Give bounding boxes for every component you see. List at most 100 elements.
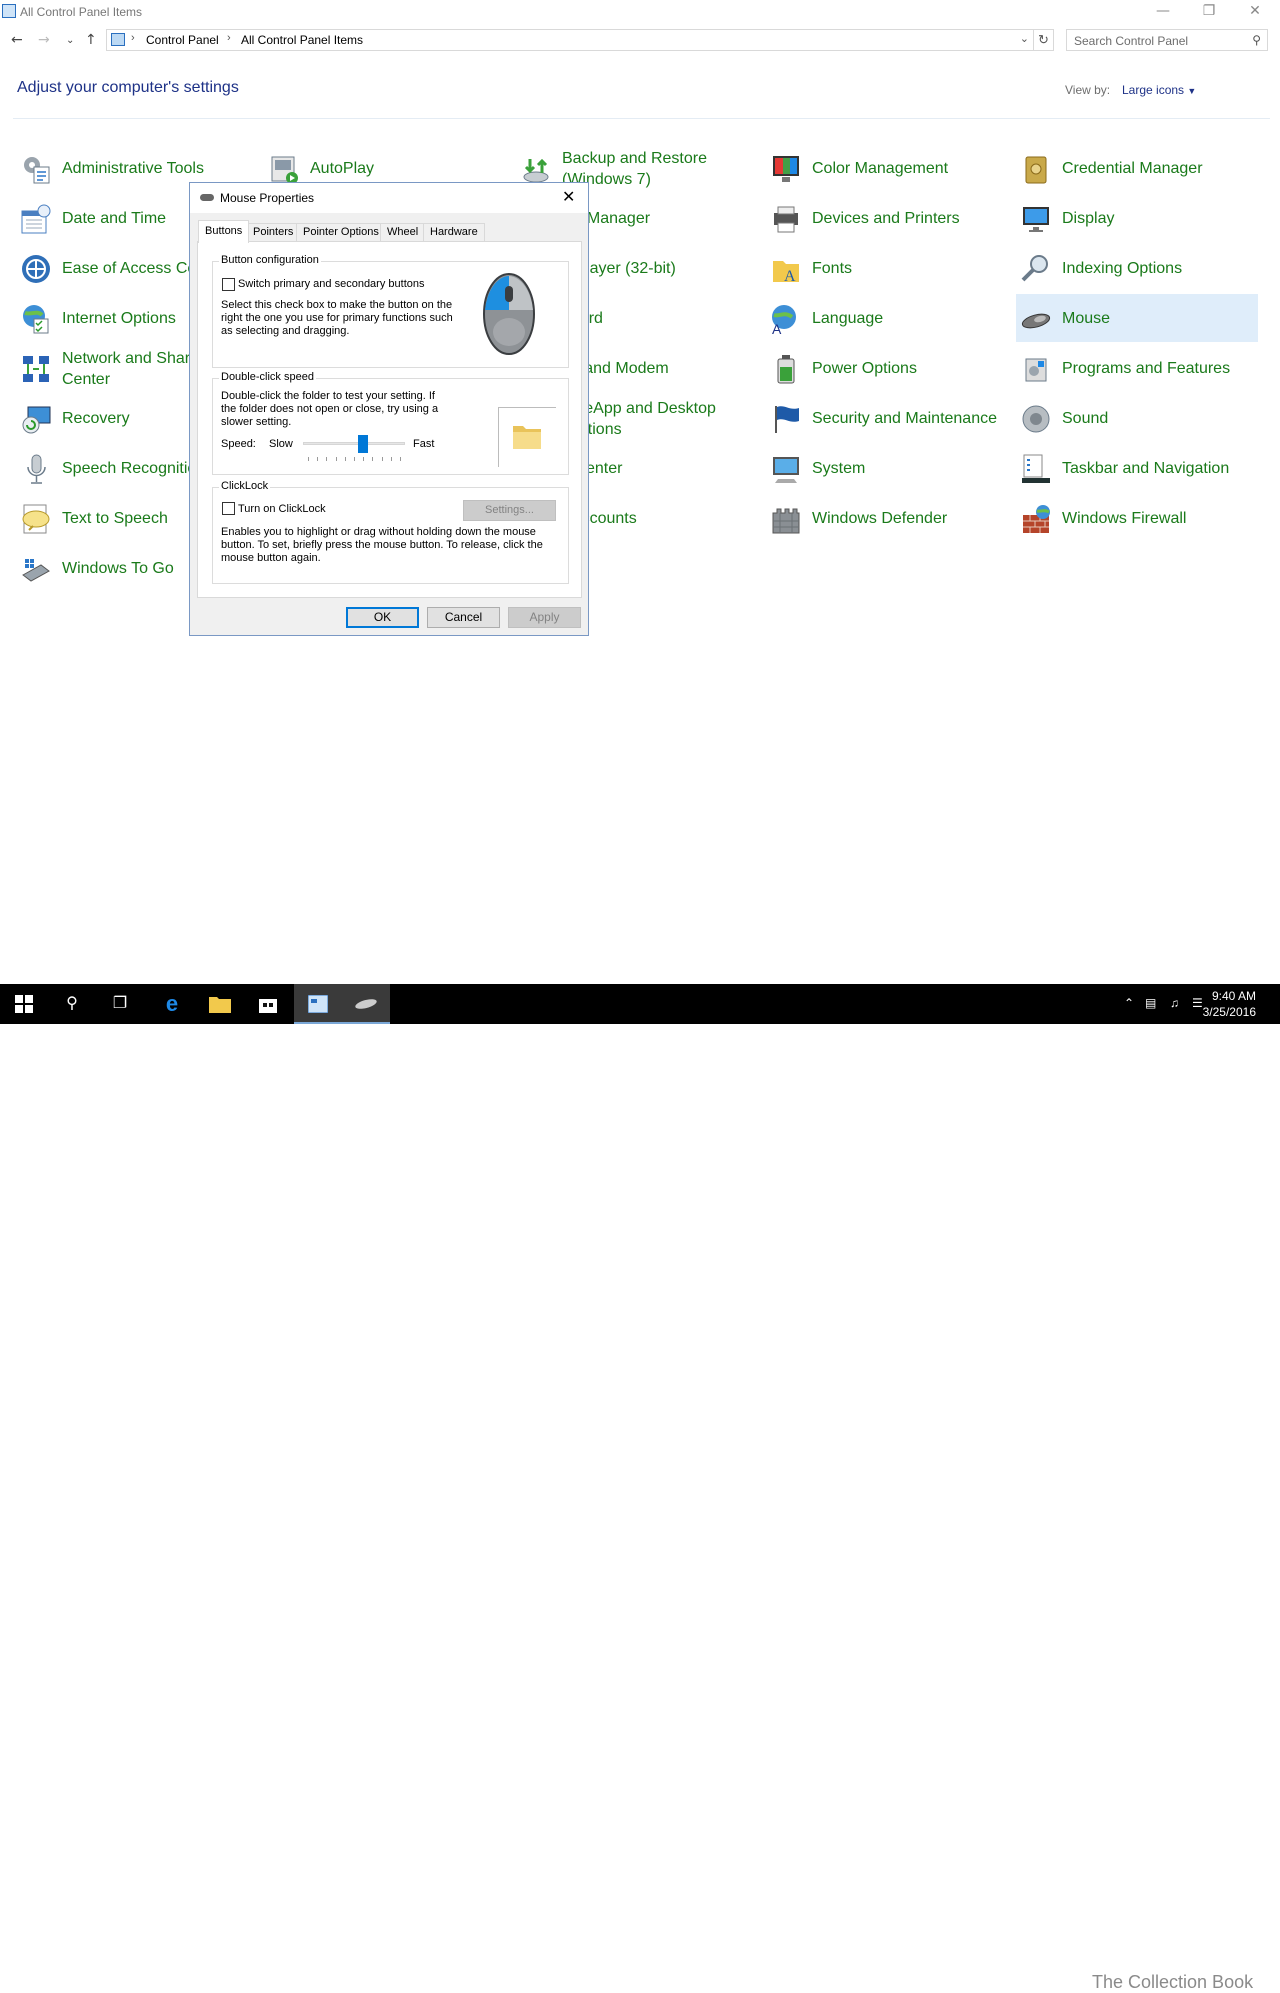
mouse-icon <box>200 194 214 201</box>
chevron-up-icon[interactable]: ⌃ <box>1124 996 1134 1010</box>
item-security-and-maintenance[interactable]: Security and Maintenance <box>766 394 1008 442</box>
slider-tick <box>400 457 401 461</box>
notifications-icon[interactable]: ☰ <box>1192 996 1203 1010</box>
speed-label: Speed: <box>221 438 256 450</box>
breadcrumb-chevron-icon[interactable]: › <box>131 32 135 44</box>
item-sound[interactable]: Sound <box>1016 394 1258 442</box>
item-label: Recovery <box>62 410 130 427</box>
network-icon[interactable]: ▤ <box>1145 996 1156 1010</box>
control-panel-taskbar-icon[interactable] <box>294 984 342 1024</box>
forward-arrow-icon[interactable]: → <box>38 32 50 48</box>
slider-tick <box>345 457 346 461</box>
start-button[interactable] <box>0 984 48 1024</box>
tab-wheel[interactable]: Wheel <box>380 223 426 242</box>
item-programs-and-features[interactable]: Programs and Features <box>1016 344 1258 392</box>
svg-text:A: A <box>784 268 796 285</box>
clicklock-settings-button[interactable]: Settings... <box>463 500 556 521</box>
cancel-button[interactable]: Cancel <box>427 607 500 628</box>
flag-icon <box>775 406 799 433</box>
dialog-close-button[interactable]: ✕ <box>562 187 575 206</box>
tab-pointers[interactable]: Pointers <box>246 223 301 242</box>
recent-locations-icon[interactable]: ⌄ <box>66 35 74 46</box>
slider-tick <box>382 457 383 461</box>
autoplay-icon <box>271 156 298 184</box>
edge-browser-icon[interactable]: e <box>148 984 196 1024</box>
task-view-icon[interactable]: ❐ <box>96 984 144 1024</box>
switch-buttons-label[interactable]: Switch primary and secondary buttons <box>238 278 424 291</box>
tab-pointer-options[interactable]: Pointer Options <box>296 223 386 242</box>
tab-buttons[interactable]: Buttons <box>198 220 250 243</box>
breadcrumb-all-items[interactable]: All Control Panel Items <box>241 33 363 47</box>
clicklock-label[interactable]: Turn on ClickLock <box>238 503 326 516</box>
watermark-text: The Collection Book <box>1092 1972 1254 1992</box>
file-explorer-icon[interactable] <box>196 984 244 1024</box>
item-power-options[interactable]: Power Options <box>766 344 1008 392</box>
clicklock-checkbox[interactable] <box>222 502 235 515</box>
item-mouse[interactable]: Mouse <box>1016 294 1258 342</box>
item-fonts[interactable]: A Fonts <box>766 244 1008 292</box>
item-label-line1: Network and Shar <box>62 350 191 367</box>
slider-tick <box>363 457 364 461</box>
volume-icon[interactable]: ♫ <box>1170 996 1179 1010</box>
up-arrow-icon[interactable]: ↑ <box>85 32 97 48</box>
battery-icon <box>777 355 795 384</box>
group-label: Button configuration <box>219 254 321 266</box>
item-indexing-options[interactable]: Indexing Options <box>1016 244 1258 292</box>
microphone-icon <box>27 454 46 484</box>
item-label: Indexing Options <box>1062 260 1183 277</box>
item-label: Devices and Printers <box>812 210 960 227</box>
switch-buttons-checkbox[interactable] <box>222 278 235 291</box>
back-arrow-icon[interactable]: ← <box>11 32 23 48</box>
test-folder-area[interactable] <box>498 407 556 467</box>
address-bar[interactable]: › Control Panel › All Control Panel Item… <box>106 29 1034 51</box>
button-configuration-group: Button configuration Switch primary and … <box>212 254 569 368</box>
item-label: Color Management <box>812 160 949 177</box>
close-button[interactable]: ✕ <box>1232 0 1278 24</box>
slider-track <box>303 442 405 445</box>
search-input[interactable]: Search Control Panel ⚲ <box>1066 29 1268 51</box>
mouse-icon <box>1021 313 1051 329</box>
item-display[interactable]: Display <box>1016 194 1258 242</box>
minimize-button[interactable]: — <box>1140 0 1186 24</box>
item-label: Ease of Access Cen <box>62 260 206 277</box>
item-credential-manager[interactable]: Credential Manager <box>1016 144 1258 192</box>
view-by-dropdown[interactable]: Large icons ▼ <box>1122 83 1196 97</box>
double-click-speed-group: Double-click speed Double-click the fold… <box>212 371 569 475</box>
calendar-clock-icon <box>21 204 51 234</box>
slider-thumb[interactable] <box>358 435 368 453</box>
system-clock[interactable]: 9:40 AM 3/25/2016 <box>1203 988 1256 1020</box>
item-system[interactable]: System <box>766 444 1008 492</box>
item-language[interactable]: A Language <box>766 294 1008 342</box>
ok-button[interactable]: OK <box>346 607 419 628</box>
item-label: Language <box>812 310 884 327</box>
item-windows-firewall[interactable]: Windows Firewall <box>1016 494 1258 542</box>
mouse-taskbar-icon[interactable] <box>342 984 390 1024</box>
item-windows-defender[interactable]: Windows Defender <box>766 494 1008 542</box>
item-label: Programs and Features <box>1062 360 1231 377</box>
search-icon[interactable]: ⚲ <box>48 984 96 1024</box>
mouse-illustration-icon <box>483 273 535 355</box>
windows-logo-icon <box>15 995 33 1013</box>
apply-button[interactable]: Apply <box>508 607 581 628</box>
tab-hardware[interactable]: Hardware <box>423 223 485 242</box>
double-click-speed-slider[interactable] <box>303 435 405 465</box>
store-icon[interactable] <box>244 984 292 1024</box>
fast-label: Fast <box>413 438 435 450</box>
credential-safe-icon <box>1025 156 1047 184</box>
item-color-management[interactable]: Color Management <box>766 144 1008 192</box>
breadcrumb-control-panel[interactable]: Control Panel <box>146 33 219 47</box>
slider-tick <box>354 457 355 461</box>
search-icon[interactable]: ⚲ <box>1252 33 1261 47</box>
group-label: Double-click speed <box>219 371 316 383</box>
restore-button[interactable]: ❐ <box>1186 0 1232 24</box>
button-config-description: Select this check box to make the button… <box>221 299 453 337</box>
folder-icon[interactable] <box>512 422 542 450</box>
computer-icon <box>773 457 799 483</box>
breadcrumb-chevron-icon[interactable]: › <box>227 32 231 44</box>
address-dropdown-icon[interactable]: ⌄ <box>1020 32 1029 45</box>
item-taskbar-and-navigation[interactable]: Taskbar and Navigation <box>1016 444 1258 492</box>
item-label: Network and Shar Center <box>62 348 190 390</box>
item-devices-and-printers[interactable]: Devices and Printers <box>766 194 1008 242</box>
refresh-icon[interactable]: ↻ <box>1034 29 1054 51</box>
administrative-tools-icon <box>24 157 50 184</box>
